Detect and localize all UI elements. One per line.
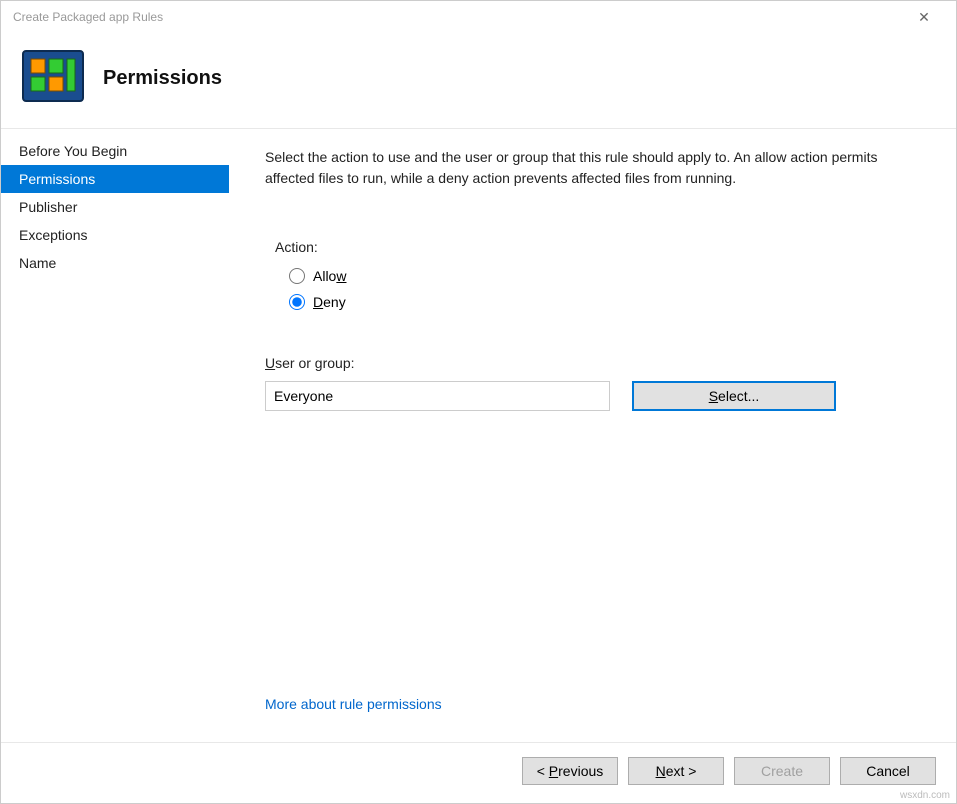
radio-deny-input[interactable] <box>289 294 305 310</box>
action-radio-group: Allow Deny <box>289 263 916 315</box>
user-row: Select... <box>265 381 916 411</box>
wizard-main: Select the action to use and the user or… <box>229 129 956 742</box>
action-label: Action: <box>275 239 916 255</box>
user-group-label: User or group: <box>265 355 916 371</box>
radio-deny-label: Deny <box>313 294 346 310</box>
cancel-button[interactable]: Cancel <box>840 757 936 785</box>
radio-deny[interactable]: Deny <box>289 289 916 315</box>
radio-allow-input[interactable] <box>289 268 305 284</box>
select-button[interactable]: Select... <box>632 381 836 411</box>
sidebar-item-before-you-begin[interactable]: Before You Begin <box>1 137 229 165</box>
radio-allow[interactable]: Allow <box>289 263 916 289</box>
sidebar-item-permissions[interactable]: Permissions <box>1 165 229 193</box>
user-section: User or group: Select... <box>265 355 916 411</box>
description-text: Select the action to use and the user or… <box>265 147 885 189</box>
page-title: Permissions <box>103 67 222 90</box>
previous-button[interactable]: < Previous <box>522 757 618 785</box>
window-title: Create Packaged app Rules <box>13 10 904 24</box>
watermark: wsxdn.com <box>900 790 950 801</box>
close-icon[interactable]: ✕ <box>904 9 944 26</box>
wizard-body: Before You Begin Permissions Publisher E… <box>1 128 956 742</box>
more-info-link[interactable]: More about rule permissions <box>265 696 916 712</box>
sidebar-item-publisher[interactable]: Publisher <box>1 193 229 221</box>
next-button[interactable]: Next > <box>628 757 724 785</box>
action-section: Action: Allow Deny <box>265 239 916 315</box>
wizard-steps-sidebar: Before You Begin Permissions Publisher E… <box>1 129 229 742</box>
titlebar: Create Packaged app Rules ✕ <box>1 1 956 33</box>
radio-allow-label: Allow <box>313 268 346 284</box>
sidebar-item-name[interactable]: Name <box>1 249 229 277</box>
wizard-header: Permissions <box>1 33 956 128</box>
sidebar-item-exceptions[interactable]: Exceptions <box>1 221 229 249</box>
app-rules-icon <box>21 49 85 108</box>
create-button: Create <box>734 757 830 785</box>
user-group-input[interactable] <box>265 381 610 411</box>
wizard-footer: < Previous Next > Create Cancel <box>1 742 956 803</box>
